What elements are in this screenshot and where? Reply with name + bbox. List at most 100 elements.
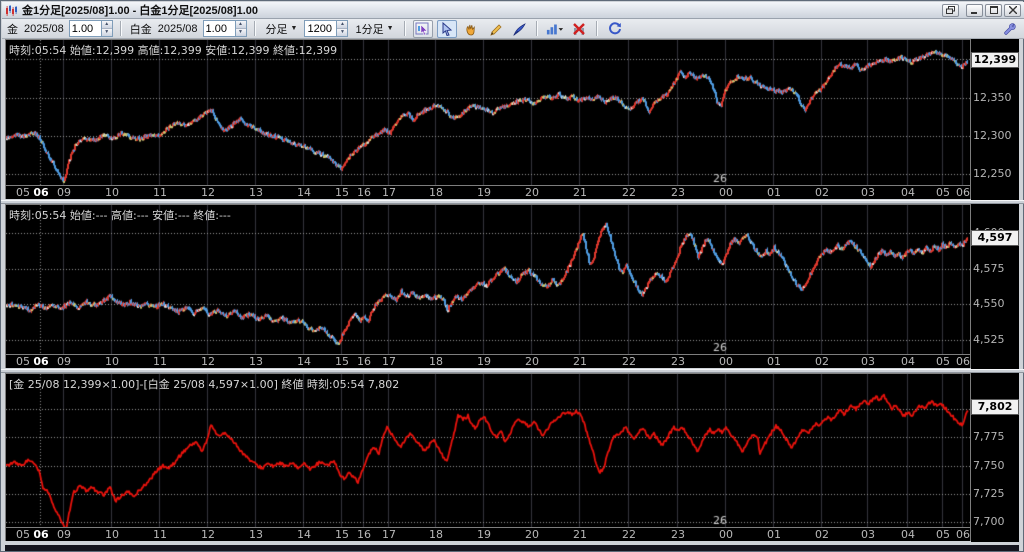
- price-axis-label: 12,300: [973, 129, 1012, 142]
- time-tick-label: 17: [382, 186, 396, 199]
- platinum-multiplier-input[interactable]: [203, 21, 235, 36]
- gold-multiplier-input[interactable]: [69, 21, 101, 36]
- time-tick-label: 23: [671, 186, 685, 199]
- time-tick-label: 05: [16, 355, 30, 368]
- gold-multiplier-spin-buttons[interactable]: ▲ ▼: [100, 21, 112, 36]
- current-price-box: 4,597: [971, 230, 1019, 246]
- time-tick-label: 02: [815, 186, 829, 199]
- time-tick-label: 14: [297, 186, 311, 199]
- bar-chart-icon: [546, 24, 563, 34]
- time-tick-label: 05: [936, 355, 950, 368]
- platinum-multiplier-spinner: ▲▼: [202, 20, 247, 37]
- gold-chart-panel: 時刻:05:54 始値:12,399 高値:12,399 安値:12,399 終…: [1, 39, 1024, 200]
- current-price-box: 7,802: [971, 399, 1019, 415]
- time-tick-label: 04: [901, 528, 915, 541]
- period-type-dropdown[interactable]: 分足 ▼: [263, 20, 301, 38]
- time-tick-label: 16: [357, 528, 371, 541]
- time-tick-label: 13: [249, 528, 263, 541]
- time-tick-label: 15: [335, 186, 349, 199]
- time-tick-label: 05: [16, 186, 30, 199]
- candlestick-cursor-button[interactable]: [412, 19, 433, 38]
- pencil-draw-button[interactable]: [485, 20, 505, 38]
- price-axis-label: 12,250: [973, 167, 1012, 180]
- gold-candlestick-canvas[interactable]: [5, 39, 971, 186]
- platinum-label: 白金: [129, 23, 152, 36]
- refresh-button[interactable]: [605, 20, 625, 38]
- platinum-multiplier-spin-buttons[interactable]: ▲ ▼: [234, 21, 246, 36]
- time-tick-label: 03: [861, 186, 875, 199]
- time-tick-label: 14: [297, 528, 311, 541]
- time-tick-label: 23: [671, 528, 685, 541]
- time-tick-label: 21: [573, 186, 587, 199]
- bar-count-spin-buttons[interactable]: ▲ ▼: [336, 21, 348, 36]
- pan-hand-button[interactable]: [461, 20, 481, 38]
- platinum-candlestick-canvas[interactable]: [5, 204, 971, 355]
- toolbar-separator: [595, 21, 598, 36]
- time-tick-label: 09: [57, 355, 71, 368]
- select-cursor-icon: [442, 21, 453, 36]
- chart-window: 金1分足[2025/08]1.00 - 白金1分足[2025/08]1.00 金…: [0, 0, 1024, 552]
- close-button[interactable]: [1004, 3, 1021, 17]
- indicator-bars-button[interactable]: [545, 20, 565, 38]
- platinum-price-axis: 4,6004,5754,5504,5254,597: [971, 204, 1019, 369]
- minimize-button[interactable]: [966, 3, 983, 17]
- settings-wrench-button[interactable]: [1000, 20, 1020, 38]
- time-tick-label: 18: [429, 186, 443, 199]
- interval-dropdown[interactable]: 1分足 ▼: [352, 20, 396, 38]
- delete-drawings-button[interactable]: [569, 20, 589, 38]
- bar-count-spinner: ▲▼: [304, 20, 349, 37]
- maximize-button[interactable]: [985, 3, 1002, 17]
- time-tick-label: 01: [767, 528, 781, 541]
- window-group-button[interactable]: [942, 3, 959, 17]
- gold-price-axis: 12,40012,35012,30012,25012,399: [971, 39, 1019, 200]
- time-tick-label: 17: [382, 355, 396, 368]
- time-tick-label: 06: [956, 186, 970, 199]
- time-tick-label: 00: [719, 355, 733, 368]
- app-icon: [5, 4, 18, 16]
- time-tick-label: 13: [249, 186, 263, 199]
- platinum-month-label: 2025/08: [157, 22, 198, 35]
- refresh-icon: [608, 21, 621, 34]
- time-tick-label: 11: [153, 528, 167, 541]
- period-type-label: 分足: [265, 23, 288, 36]
- time-tick-label: 14: [297, 355, 311, 368]
- spread-chart-panel: [金 25/08 12,399×1.00]-[白金 25/08 4,597×1.…: [1, 373, 1024, 542]
- time-tick-label: 00: [719, 528, 733, 541]
- toolbar-separator: [403, 21, 406, 36]
- title-bar[interactable]: 金1分足[2025/08]1.00 - 白金1分足[2025/08]1.00: [2, 2, 1024, 19]
- time-tick-label: 15: [335, 528, 349, 541]
- time-tick-label: 01: [767, 186, 781, 199]
- time-tick-label: 03: [861, 355, 875, 368]
- time-tick-label: 05: [936, 186, 950, 199]
- candlestick-cursor-icon: [415, 22, 429, 35]
- time-tick-label: 04: [901, 186, 915, 199]
- toolbar-separator: [119, 21, 122, 36]
- time-tick-label: 22: [622, 355, 636, 368]
- time-tick-label: 09: [57, 528, 71, 541]
- time-tick-label: 10: [105, 528, 119, 541]
- pan-hand-icon: [466, 24, 475, 35]
- time-tick-label: 19: [477, 186, 491, 199]
- price-axis-label: 7,775: [973, 430, 1005, 443]
- interval-label: 1分足: [355, 23, 384, 36]
- platinum-time-axis: 05 06 09 10 11 12 13 14 15 16 17 18 19 20 21 22 23 00 01 02…: [5, 355, 971, 368]
- time-tick-label: 20: [525, 355, 539, 368]
- time-tick-label: 06: [33, 528, 49, 541]
- bar-count-input[interactable]: [305, 21, 337, 36]
- time-tick-label: 19: [477, 528, 491, 541]
- chevron-down-icon: ▼: [386, 25, 394, 32]
- spread-line-canvas[interactable]: [5, 373, 971, 528]
- price-axis-label: 4,550: [973, 297, 1005, 310]
- price-axis-label: 12,350: [973, 91, 1012, 104]
- spread-time-axis: 05 06 09 10 11 12 13 14 15 16 17 18 19 20 21 22 23 00 01 02…: [5, 528, 971, 541]
- platinum-chart-panel: 時刻:05:54 始値:--- 高値:--- 安値:--- 終値:--- 05 0…: [1, 204, 1024, 369]
- time-tick-label: 20: [525, 186, 539, 199]
- select-cursor-button[interactable]: [436, 19, 457, 38]
- time-tick-label: 15: [335, 355, 349, 368]
- line-draw-button[interactable]: [509, 20, 529, 38]
- time-tick-label: 05: [16, 528, 30, 541]
- price-axis-label: 7,750: [973, 459, 1005, 472]
- time-tick-label: 22: [622, 528, 636, 541]
- time-tick-label: 11: [153, 355, 167, 368]
- pencil-icon: [489, 23, 502, 36]
